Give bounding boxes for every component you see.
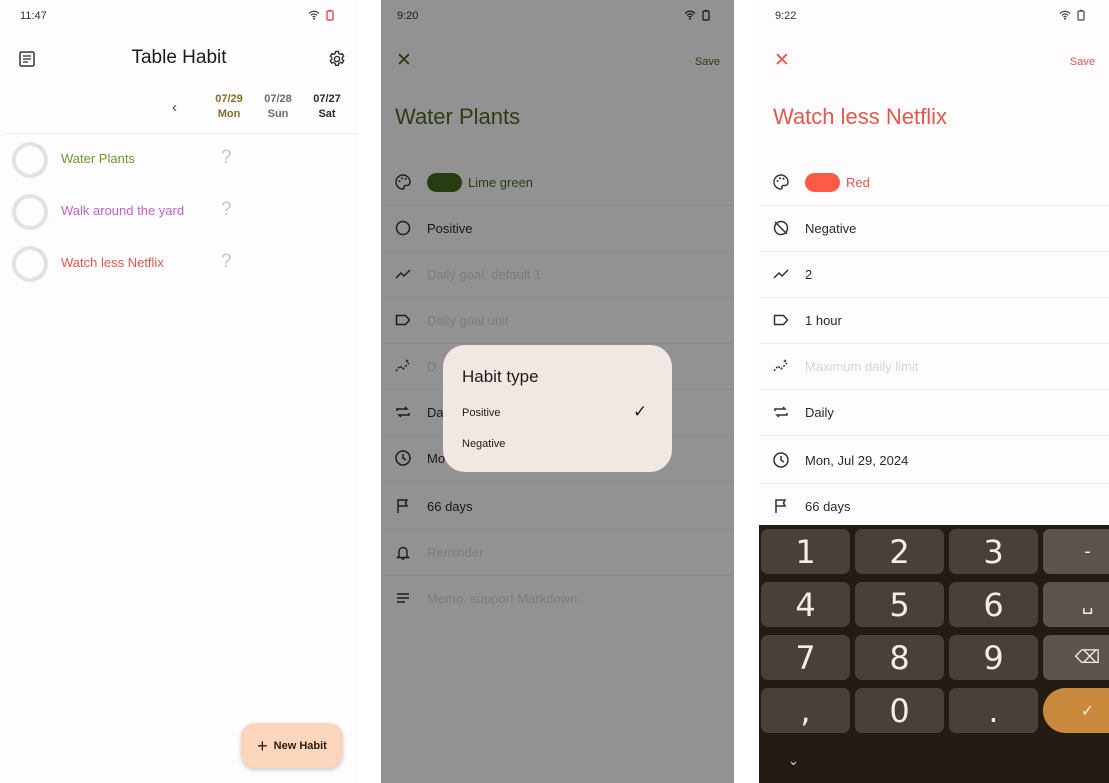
sparkle-trend-icon	[773, 359, 788, 372]
plus-icon: +	[257, 735, 268, 756]
key-comma[interactable]: ,	[761, 688, 850, 733]
max-limit-field[interactable]: Maximum daily limit	[759, 344, 1109, 390]
day-label: Mon	[217, 108, 241, 120]
daily-goal-field[interactable]: 2	[759, 252, 1109, 298]
start-date-value: Mon, Jul 29, 2024	[805, 453, 909, 468]
habit-type-dialog: Habit type Positive ✓ Negative	[443, 345, 672, 472]
goal-unit-input[interactable]: 1 hour	[805, 313, 842, 328]
key-1[interactable]: 1	[761, 529, 850, 574]
color-swatch	[805, 173, 840, 192]
habit-type-field[interactable]: Negative	[759, 206, 1109, 252]
start-date-field[interactable]: Mon, Jul 29, 2024	[759, 438, 1109, 484]
hide-keyboard-icon[interactable]: ⌄	[788, 753, 799, 769]
habit-name: Water Plants	[61, 151, 135, 166]
status-icons	[1059, 9, 1087, 21]
daily-goal-input[interactable]: 2	[805, 267, 812, 282]
trending-icon	[773, 269, 789, 279]
space-key[interactable]: ␣	[1043, 582, 1109, 627]
date-label: 07/27	[313, 93, 341, 105]
new-habit-label: New Habit	[273, 739, 327, 752]
battery-icon	[326, 9, 334, 21]
dialog-title: Habit type	[462, 367, 539, 386]
key-7[interactable]: 7	[761, 635, 850, 680]
date-column-0: 07/29 Mon	[207, 92, 251, 122]
battery-icon	[1077, 9, 1085, 21]
key-9[interactable]: 9	[949, 635, 1038, 680]
target-days-value: 66 days	[805, 499, 851, 514]
date-label: 07/29	[215, 93, 243, 105]
wifi-icon	[308, 10, 320, 20]
flag-icon	[775, 499, 787, 513]
chevron-left-icon[interactable]: ‹	[172, 99, 177, 116]
key-2[interactable]: 2	[855, 529, 944, 574]
new-habit-button[interactable]: + New Habit	[241, 723, 343, 768]
dialog-option-positive[interactable]: Positive	[462, 407, 501, 419]
habit-type-value: Negative	[805, 221, 857, 236]
key-3[interactable]: 3	[949, 529, 1038, 574]
status-time: 11:47	[20, 10, 47, 22]
habit-name: Walk around the yard	[61, 203, 185, 218]
key-4[interactable]: 4	[761, 582, 850, 627]
date-column-2: 07/27 Sat	[305, 92, 349, 122]
edit-habit-screen-positive: 9:20 ✕ Save Water Plants Lime green Posi…	[381, 0, 734, 783]
habit-progress-ring	[12, 194, 48, 230]
close-icon[interactable]: ✕	[774, 51, 790, 71]
edit-habit-screen-negative: 9:22 ✕ Save Watch less Netflix Red Negat…	[759, 0, 1109, 783]
habit-status-cell[interactable]: ?	[221, 199, 232, 221]
habit-title-input[interactable]: Watch less Netflix	[773, 104, 947, 130]
label-icon	[773, 314, 789, 326]
frequency-field[interactable]: Daily	[759, 390, 1109, 436]
day-label: Sun	[267, 108, 289, 120]
backspace-key[interactable]: ⌫	[1043, 635, 1109, 680]
status-time: 9:22	[775, 10, 797, 22]
key-5[interactable]: 5	[855, 582, 944, 627]
header-divider	[5, 133, 358, 134]
dialog-option-negative[interactable]: Negative	[462, 438, 505, 450]
frequency-value: Daily	[805, 405, 834, 420]
key-0[interactable]: 0	[855, 688, 944, 733]
habit-list-screen: 11:47 Table Habit ‹ 07/29 Mon 07/28 Sun …	[0, 0, 358, 783]
habit-row[interactable]: Water Plants ?	[12, 142, 352, 182]
palette-icon	[773, 174, 789, 190]
gear-icon[interactable]	[327, 49, 347, 69]
numeric-keyboard: 1 2 3 - 4 5 6 ␣ 7 8 9 ⌫ , 0 . ✓ ⌄	[759, 525, 1109, 783]
clock-icon	[773, 452, 789, 468]
page-title: Table Habit	[131, 47, 227, 68]
habit-row[interactable]: Walk around the yard ?	[12, 194, 352, 234]
checkmark-icon: ✓	[633, 402, 648, 421]
repeat-icon	[774, 406, 788, 418]
date-label: 07/28	[264, 93, 292, 105]
key-6[interactable]: 6	[949, 582, 1038, 627]
key-period[interactable]: .	[949, 688, 1038, 733]
habit-name: Watch less Netflix	[61, 255, 164, 270]
habit-progress-ring	[12, 246, 48, 282]
day-label: Sat	[318, 108, 336, 120]
date-column-1: 07/28 Sun	[256, 92, 300, 122]
target-days-field[interactable]: 66 days	[759, 484, 1109, 530]
habit-status-cell[interactable]: ?	[221, 147, 232, 169]
goal-unit-field[interactable]: 1 hour	[759, 298, 1109, 344]
wifi-icon	[1059, 10, 1071, 20]
color-name: Red	[846, 175, 870, 190]
key-minus[interactable]: -	[1043, 529, 1109, 574]
status-icons	[308, 9, 336, 21]
done-key[interactable]: ✓	[1043, 688, 1109, 733]
habit-row[interactable]: Watch less Netflix ?	[12, 246, 352, 286]
block-icon	[773, 220, 789, 236]
color-field[interactable]: Red	[759, 160, 1109, 206]
habit-progress-ring	[12, 142, 48, 178]
habit-status-cell[interactable]: ?	[221, 251, 232, 273]
save-button[interactable]: Save	[1070, 56, 1095, 68]
key-8[interactable]: 8	[855, 635, 944, 680]
max-limit-input[interactable]: Maximum daily limit	[805, 359, 918, 374]
